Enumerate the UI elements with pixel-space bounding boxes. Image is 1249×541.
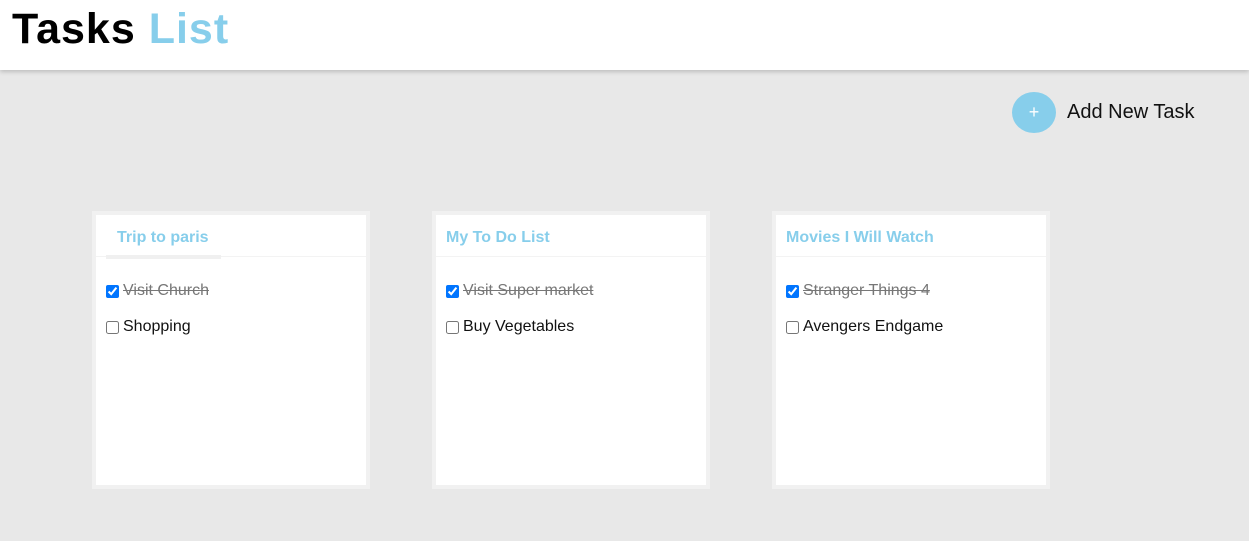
task-item: Buy Vegetables (446, 317, 593, 337)
task-list-card: My To Do List Visit Super market Buy Veg… (432, 211, 710, 489)
task-list: Visit Super market Buy Vegetables (446, 281, 593, 353)
card-header: Movies I Will Watch (776, 215, 1046, 257)
app-header: Tasks List (0, 0, 1249, 70)
task-label: Buy Vegetables (463, 318, 575, 335)
card-header: Trip to paris (96, 215, 366, 259)
card-title[interactable]: Movies I Will Watch (786, 229, 934, 247)
task-item: Avengers Endgame (786, 317, 943, 337)
card-title[interactable]: My To Do List (446, 229, 550, 247)
task-checkbox[interactable] (106, 320, 119, 334)
task-item: Visit Church (106, 281, 209, 301)
task-checkbox[interactable] (786, 284, 799, 298)
card-title[interactable]: Trip to paris (117, 229, 209, 247)
task-list: Stranger Things 4 Avengers Endgame (786, 281, 943, 353)
task-label: Shopping (123, 318, 191, 335)
task-label: Visit Super market (463, 282, 594, 299)
plus-icon[interactable]: + (1012, 92, 1056, 133)
task-checkbox[interactable] (446, 320, 459, 334)
task-checkbox[interactable] (106, 284, 119, 298)
task-list: Visit Church Shopping (106, 281, 209, 353)
add-new-task-label[interactable]: Add New Task (1067, 101, 1194, 124)
tab-underline (106, 255, 221, 259)
task-item: Shopping (106, 317, 209, 337)
app-title-primary: Tasks (12, 5, 136, 53)
app-title-accent: List (148, 5, 230, 53)
task-label: Visit Church (123, 282, 209, 299)
task-item: Visit Super market (446, 281, 593, 301)
card-header: My To Do List (436, 215, 706, 257)
app-title: Tasks List (12, 4, 229, 54)
task-checkbox[interactable] (446, 284, 459, 298)
task-list-card: Movies I Will Watch Stranger Things 4 Av… (772, 211, 1050, 489)
task-item: Stranger Things 4 (786, 281, 943, 301)
task-checkbox[interactable] (786, 320, 799, 334)
task-label: Stranger Things 4 (803, 282, 930, 299)
add-new-task-button[interactable]: + Add New Task (1012, 92, 1194, 133)
task-list-card: Trip to paris Visit Church Shopping (92, 211, 370, 489)
task-label: Avengers Endgame (803, 318, 944, 335)
